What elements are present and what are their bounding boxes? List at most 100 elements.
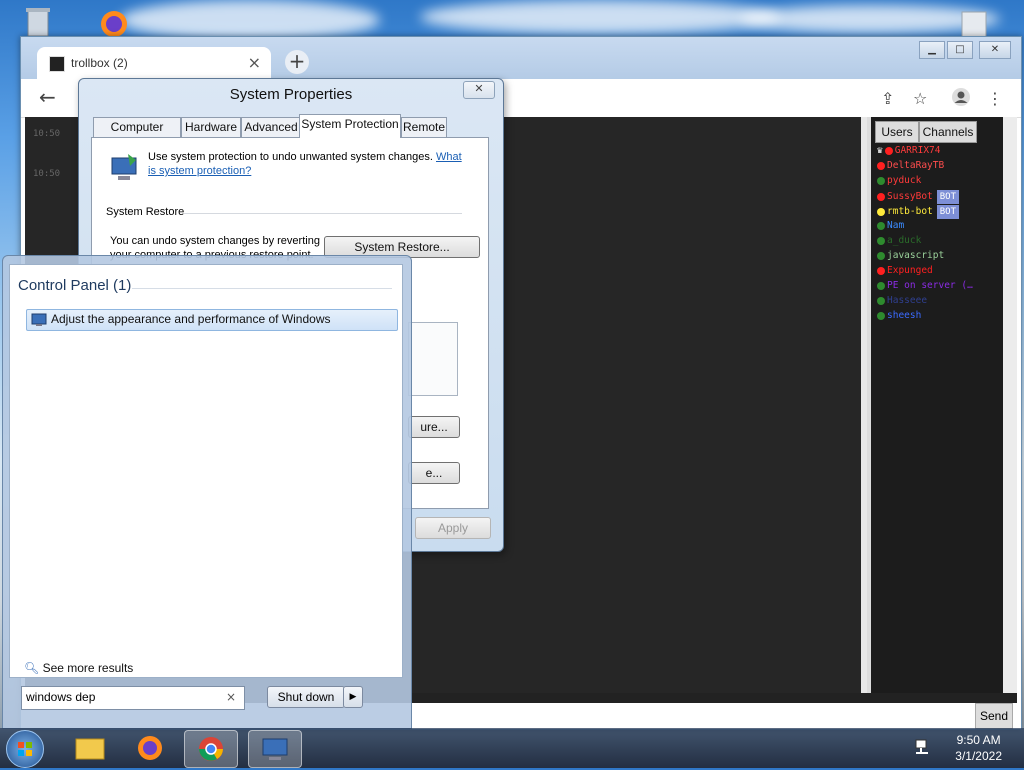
group-divider: [132, 288, 392, 289]
user-list-item[interactable]: Expunged: [877, 265, 933, 276]
start-search-box[interactable]: ×: [21, 686, 245, 710]
user-list-panel: Users Channels ♛ GARRIX74 DeltaRayTB pyduck…: [867, 117, 1006, 693]
network-tray-icon[interactable]: [914, 738, 932, 759]
dialog-close-button[interactable]: ✕: [463, 81, 495, 99]
tab-advanced[interactable]: Advanced: [241, 117, 301, 137]
users-tab-button[interactable]: Users: [875, 121, 919, 143]
clock[interactable]: 9:50 AM 3/1/2022: [955, 732, 1002, 764]
system-properties-icon: [262, 738, 288, 760]
username: a_duck: [887, 235, 922, 246]
user-list-item[interactable]: SussyBot BOT: [877, 190, 960, 204]
tab-close-button[interactable]: ×: [248, 53, 261, 72]
user-list-item[interactable]: pyduck: [877, 175, 921, 186]
start-menu: Control Panel (1) Adjust the appearance …: [2, 255, 412, 729]
tab-hardware[interactable]: Hardware: [181, 117, 241, 137]
message-timestamp: 10:50: [33, 169, 61, 179]
recycle-bin-icon[interactable]: [20, 4, 56, 40]
username: SussyBot: [887, 191, 933, 202]
taskbar: 9:50 AM 3/1/2022: [0, 728, 1024, 768]
share-icon[interactable]: ⇪: [881, 89, 894, 108]
taskbar-system-properties-button[interactable]: [248, 730, 302, 768]
see-more-label: See more results: [42, 661, 134, 675]
profile-avatar-icon[interactable]: [951, 87, 971, 111]
browser-tab[interactable]: trollbox (2) ×: [37, 47, 271, 79]
username: GARRIX74: [894, 145, 941, 156]
status-dot-icon: [877, 266, 885, 275]
menu-kebab-icon[interactable]: ⋮: [987, 89, 1003, 108]
search-result-item[interactable]: Adjust the appearance and performance of…: [26, 309, 398, 331]
dialog-title: System Properties: [229, 86, 353, 103]
taskbar-firefox-button[interactable]: [124, 730, 176, 766]
chrome-icon: [199, 737, 223, 761]
create-button[interactable]: e...: [408, 462, 460, 484]
message-timestamp: 10:50: [33, 129, 61, 139]
user-list-scrollbar[interactable]: [1003, 117, 1017, 693]
user-list-item[interactable]: Hasseee: [877, 295, 927, 306]
clock-date: 3/1/2022: [955, 749, 1002, 763]
username: DeltaRayTB: [887, 160, 945, 171]
folder-icon: [75, 738, 105, 760]
maximize-button[interactable]: □: [947, 41, 973, 59]
see-more-results-link[interactable]: 🔍︎ See more results: [24, 661, 133, 675]
status-dot-icon: [877, 207, 885, 216]
new-tab-button[interactable]: +: [285, 50, 309, 74]
control-panel-group-heading: Control Panel (1): [18, 277, 132, 294]
what-link[interactable]: What: [436, 151, 462, 163]
status-dot-icon: [877, 311, 885, 320]
status-dot-icon: [877, 251, 885, 260]
username: PE on server (…: [887, 280, 973, 291]
status-dot-icon: [877, 236, 885, 245]
shut-down-options-arrow[interactable]: ▶: [343, 686, 363, 708]
tab-strip: trollbox (2) × + ▁ □ ✕: [21, 37, 1021, 79]
user-list-item[interactable]: ♛ GARRIX74: [877, 145, 941, 156]
user-list-item[interactable]: PE on server (…: [877, 280, 973, 291]
start-orb-button[interactable]: [6, 730, 44, 768]
taskbar-explorer-button[interactable]: [64, 730, 116, 766]
user-list-item[interactable]: Nam: [877, 220, 904, 231]
send-button[interactable]: Send: [975, 703, 1013, 729]
user-list-item[interactable]: rmtb-bot BOT: [877, 205, 960, 219]
windows-logo-icon: [18, 742, 32, 756]
bookmark-star-icon[interactable]: ☆: [913, 89, 927, 108]
intro-text: Use system protection to undo unwanted s…: [148, 151, 433, 163]
channels-tab-button[interactable]: Channels: [919, 121, 977, 143]
username: Expunged: [887, 265, 933, 276]
bot-badge: BOT: [936, 205, 960, 219]
tab-computer-name[interactable]: Computer Name: [93, 117, 181, 153]
firefox-desktop-icon[interactable]: [96, 4, 132, 40]
what-is-system-protection-link[interactable]: is system protection?: [148, 165, 251, 177]
status-dot-icon: [877, 176, 885, 185]
username: pyduck: [887, 175, 922, 186]
tab-title: trollbox (2): [71, 56, 128, 70]
username: Hasseee: [887, 295, 928, 306]
system-protection-icon: [108, 152, 140, 187]
minimize-button[interactable]: ▁: [919, 41, 945, 59]
clear-search-button[interactable]: ×: [226, 690, 236, 704]
status-dot-icon: [877, 281, 885, 290]
user-list-item[interactable]: sheesh: [877, 310, 921, 321]
username: rmtb-bot: [887, 206, 933, 217]
system-restore-section-label: System Restore: [106, 206, 185, 218]
magnifier-icon: 🔍︎: [24, 661, 40, 675]
apply-button[interactable]: Apply: [415, 517, 491, 539]
user-list-item[interactable]: javascript: [877, 250, 944, 261]
shut-down-button[interactable]: Shut down: [267, 686, 345, 708]
user-list-item[interactable]: DeltaRayTB: [877, 160, 944, 171]
configure-button[interactable]: ure...: [408, 416, 460, 438]
firefox-icon: [138, 736, 162, 760]
user-list-item[interactable]: a_duck: [877, 235, 921, 246]
close-window-button[interactable]: ✕: [979, 41, 1011, 59]
trollbox-favicon-icon: [49, 56, 65, 72]
username: Nam: [887, 220, 905, 231]
tab-remote[interactable]: Remote: [401, 117, 447, 137]
tab-system-protection[interactable]: System Protection: [299, 114, 401, 138]
taskbar-chrome-button[interactable]: [184, 730, 238, 768]
section-divider: [184, 213, 462, 214]
crown-icon: ♛: [877, 145, 883, 156]
status-dot-icon: [884, 146, 893, 155]
status-dot-icon: [877, 161, 885, 170]
start-search-input[interactable]: [26, 689, 216, 705]
username: sheesh: [887, 310, 922, 321]
username: javascript: [887, 250, 945, 261]
back-arrow-icon[interactable]: ←: [39, 85, 56, 109]
